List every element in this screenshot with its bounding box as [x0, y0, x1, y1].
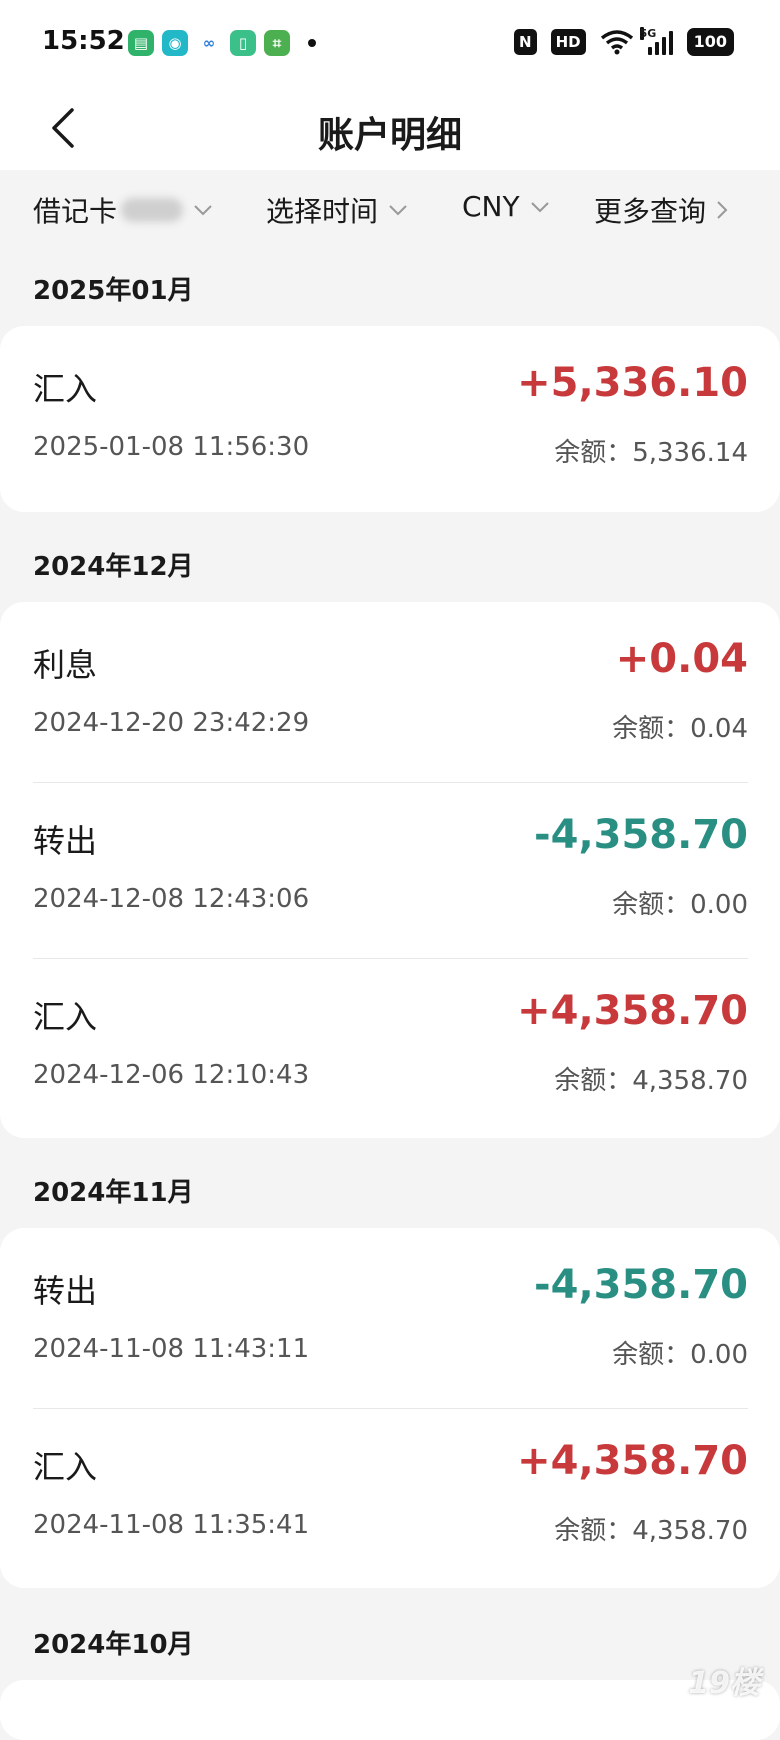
battery-icon: 100	[686, 28, 734, 56]
chevron-down-icon	[194, 205, 212, 216]
transaction-card: 利息 +0.04 2024-12-20 23:42:29 余额：0.04 转出 …	[0, 602, 780, 1138]
card-filter[interactable]: 借记卡	[33, 190, 213, 230]
transaction-datetime: 2025-01-08 11:56:30	[33, 432, 310, 462]
transaction-datetime: 2024-11-08 11:43:11	[33, 1334, 310, 1364]
transaction-amount: +4,358.70	[517, 1438, 748, 1484]
message-app-icon: ◉	[162, 30, 188, 56]
store-app-icon: ⌗	[264, 30, 290, 56]
chevron-down-icon	[389, 205, 407, 216]
network-type-label: 5G	[639, 27, 657, 40]
wallet-app-icon: ▯	[230, 30, 256, 56]
transaction-amount: -4,358.70	[534, 812, 748, 858]
transaction-card	[0, 1680, 780, 1740]
transaction-type: 汇入	[33, 998, 98, 1036]
transaction-type: 汇入	[33, 1448, 98, 1486]
nfc-icon: N	[514, 29, 537, 55]
transaction-row[interactable]: 转出 -4,358.70 2024-11-08 11:43:11 余额：0.00	[0, 1228, 780, 1404]
transaction-card: 转出 -4,358.70 2024-11-08 11:43:11 余额：0.00…	[0, 1228, 780, 1588]
transaction-datetime: 2024-12-06 12:10:43	[33, 1060, 310, 1090]
transaction-balance: 余额：5,336.14	[554, 438, 748, 468]
transaction-amount: +4,358.70	[517, 988, 748, 1034]
page-title: 账户明细	[317, 115, 462, 156]
month-header: 2024年12月	[33, 552, 194, 582]
chat-app-icon: ▤	[128, 30, 154, 56]
transaction-type: 利息	[33, 646, 98, 684]
transaction-type: 汇入	[33, 370, 98, 408]
wifi-icon	[600, 30, 633, 55]
transaction-card: 汇入 +5,336.10 2025-01-08 11:56:30 余额：5,33…	[0, 326, 780, 512]
hd-icon: HD	[550, 29, 586, 55]
transaction-amount: +5,336.10	[517, 360, 748, 406]
month-header: 2024年11月	[33, 1178, 194, 1208]
watermark-logo: 19楼	[688, 1666, 760, 1701]
more-notifications-dot	[308, 39, 316, 47]
currency-filter-label: CNY	[462, 190, 520, 223]
nav-bar: 账户明细	[0, 86, 780, 170]
transaction-datetime: 2024-12-08 12:43:06	[33, 884, 310, 914]
time-filter-label: 选择时间	[266, 195, 379, 228]
transaction-type: 转出	[33, 1272, 98, 1310]
card-filter-label: 借记卡	[33, 195, 118, 228]
currency-filter[interactable]: CNY	[462, 190, 550, 223]
transaction-balance: 余额：4,358.70	[554, 1516, 748, 1546]
chevron-right-icon	[717, 201, 728, 219]
cloud-app-icon: ∞	[196, 30, 222, 56]
chevron-down-icon	[530, 201, 549, 212]
transaction-row[interactable]: 汇入 +4,358.70 2024-11-08 11:35:41 余额：4,35…	[0, 1404, 780, 1580]
filter-bar: 借记卡 选择时间 CNY 更多查询	[0, 170, 780, 250]
masked-card-number	[121, 198, 184, 222]
transaction-balance: 余额：0.04	[612, 714, 748, 744]
system-indicators: N HD 5G 100	[514, 27, 734, 56]
notification-icons: ▤ ◉ ∞ ▯ ⌗	[128, 30, 316, 56]
signal-icon: 5G	[639, 27, 673, 55]
transaction-balance: 余额：0.00	[612, 890, 748, 920]
transaction-balance: 余额：0.00	[612, 1340, 748, 1370]
time-filter[interactable]: 选择时间	[266, 190, 408, 230]
month-header: 2025年01月	[33, 276, 194, 306]
transaction-row[interactable]: 转出 -4,358.70 2024-12-08 12:43:06 余额：0.00	[0, 778, 780, 954]
status-time: 15:52	[42, 26, 125, 56]
transaction-balance: 余额：4,358.70	[554, 1066, 748, 1096]
transaction-datetime: 2024-11-08 11:35:41	[33, 1510, 310, 1540]
transaction-row[interactable]: 利息 +0.04 2024-12-20 23:42:29 余额：0.04	[0, 602, 780, 778]
transaction-amount: +0.04	[615, 636, 748, 682]
transaction-amount: -4,358.70	[534, 1262, 748, 1308]
status-bar: 15:52 ▤ ◉ ∞ ▯ ⌗ N HD 5G 100	[0, 0, 780, 86]
month-header: 2024年10月	[33, 1630, 194, 1660]
transaction-row[interactable]: 汇入 +5,336.10 2025-01-08 11:56:30 余额：5,33…	[0, 326, 780, 502]
transaction-type: 转出	[33, 822, 98, 860]
more-query-label: 更多查询	[594, 195, 707, 228]
more-query[interactable]: 更多查询	[594, 190, 728, 230]
transaction-datetime: 2024-12-20 23:42:29	[33, 708, 310, 738]
transaction-row[interactable]: 汇入 +4,358.70 2024-12-06 12:10:43 余额：4,35…	[0, 954, 780, 1130]
